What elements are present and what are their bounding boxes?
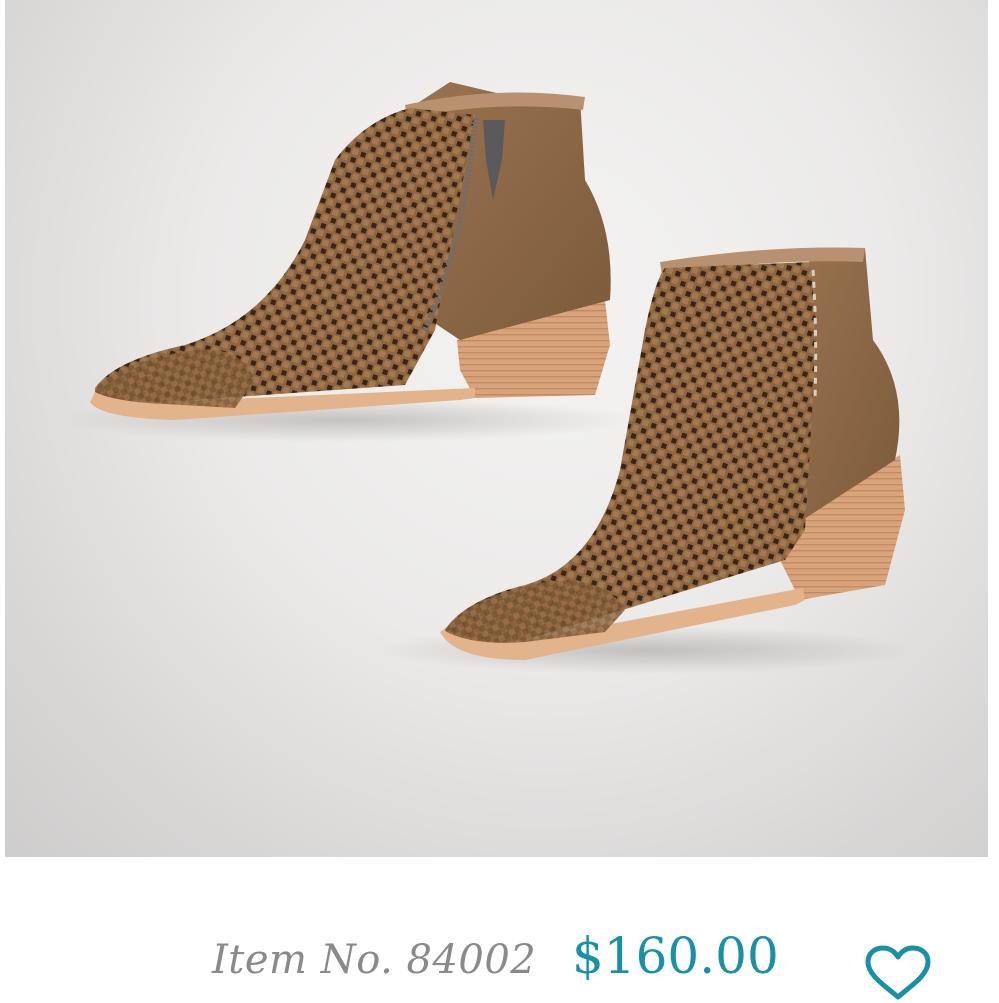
wishlist-button[interactable] <box>862 945 934 1000</box>
boot-pair-illustration <box>55 82 915 674</box>
product-image[interactable] <box>5 0 988 857</box>
product-info-bar: Item No. 84002 $160.00 <box>0 857 999 1000</box>
price: $160.00 <box>572 927 779 985</box>
heart-outline-icon <box>862 945 934 1003</box>
left-boot <box>90 82 611 420</box>
item-number: Item No. 84002 <box>212 937 537 983</box>
